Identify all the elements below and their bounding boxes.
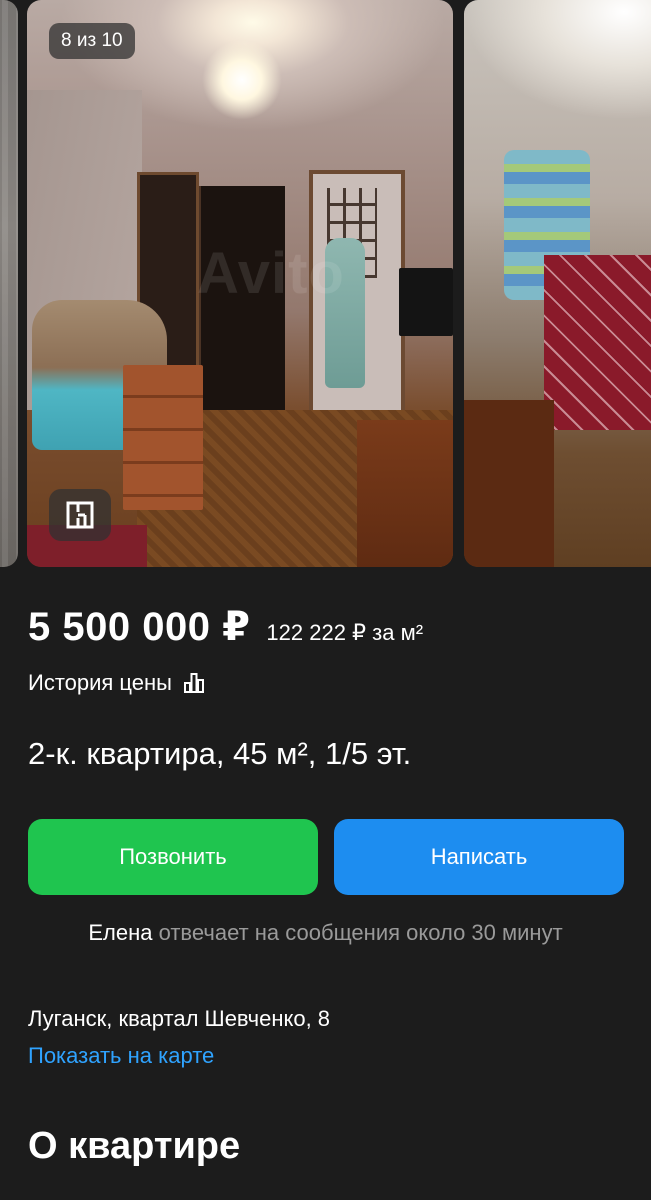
photo-counter: 8 из 10 [49, 23, 135, 59]
price-per-m2: 122 222 ₽ за м² [266, 620, 424, 645]
seller-name[interactable]: Елена [88, 920, 152, 945]
response-time-text: отвечает на сообщения около 30 минут [152, 920, 563, 945]
floor-plan-icon [66, 501, 94, 529]
avito-watermark: Avito [197, 241, 345, 306]
show-on-map-link[interactable]: Показать на карте [28, 1043, 214, 1069]
listing-title: 2-к. квартира, 45 м², 1/5 эт. [28, 736, 412, 771]
floor-plan-button[interactable] [49, 489, 111, 541]
price-history-label: История цены [28, 670, 172, 695]
price-row: 5 500 000 ₽ 122 222 ₽ за м² [28, 604, 423, 650]
price: 5 500 000 ₽ [28, 605, 251, 649]
photo-lamp [202, 40, 282, 120]
photo-dresser [123, 365, 203, 510]
photo-gallery[interactable]: Avito 8 из 10 [0, 0, 651, 568]
price-history-link[interactable]: История цены [28, 670, 206, 696]
address: Луганск, квартал Шевченко, 8 [28, 1006, 331, 1031]
photo-table [357, 420, 453, 567]
photo-bed [544, 255, 651, 430]
photo-tv [399, 268, 453, 336]
seller-response-info: Елена отвечает на сообщения около 30 мин… [0, 920, 651, 946]
write-message-button[interactable]: Написать [334, 819, 624, 895]
photo-table [464, 400, 554, 567]
next-photo[interactable] [464, 0, 651, 567]
listing-page: Avito 8 из 10 5 500 000 ₽ 122 222 ₽ за м… [0, 0, 651, 1200]
current-photo[interactable]: Avito [27, 0, 453, 567]
photo-window-light [464, 0, 651, 120]
call-button[interactable]: Позвонить [28, 819, 318, 895]
section-title-about: О квартире [28, 1125, 241, 1167]
previous-photo[interactable] [0, 0, 18, 567]
bar-chart-icon [183, 673, 204, 693]
